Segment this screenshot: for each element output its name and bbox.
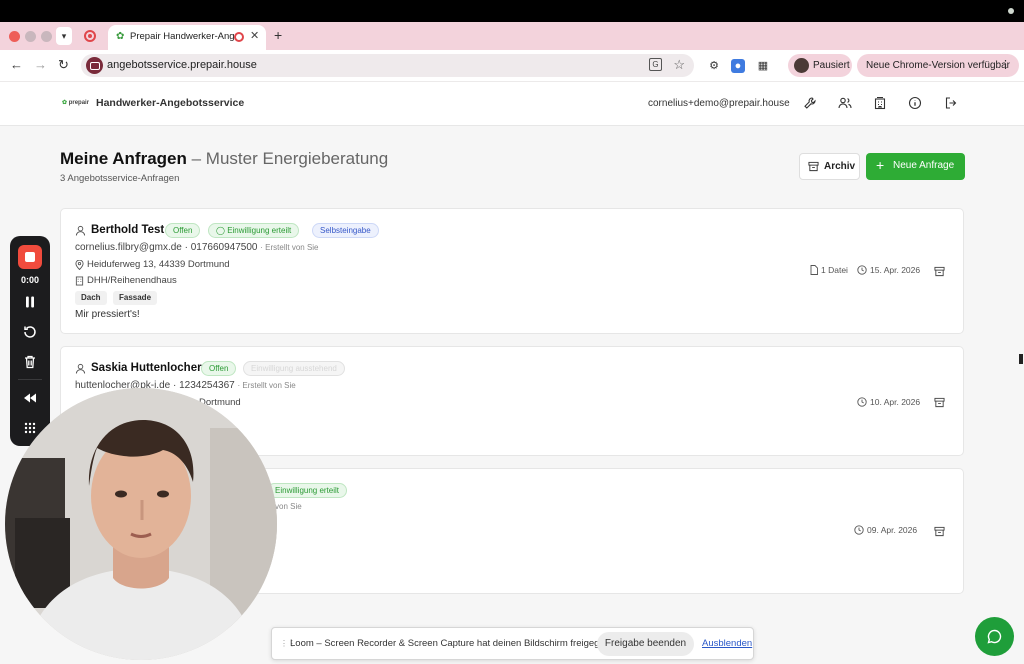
stop-sharing-button[interactable]: Freigabe beenden [597,632,694,656]
hide-banner-link[interactable]: Ausblenden [702,638,752,649]
status-dot-icon [1008,8,1014,14]
window-maximize-icon[interactable] [41,31,52,42]
screen-share-banner: ⋮⋮ Loom – Screen Recorder & Screen Captu… [271,627,754,660]
consent-badge: Einwilligung ausstehend [243,361,345,376]
contact-line: huttenlocher@pk-i.de · 1234254367 · Erst… [75,380,296,391]
tab-search-chevron-icon[interactable]: ▾ [56,27,72,45]
archive-card-icon[interactable] [934,526,945,537]
tag-dach: Dach [75,291,107,305]
more-menu-icon[interactable]: ⋮ [1000,58,1011,71]
address-bar[interactable]: angebotsservice.prepair.house G ☆ [81,54,694,77]
file-icon [810,265,818,275]
request-note: Mir pressiert's! [75,309,140,320]
source-badge: Selbsteingabe [312,223,379,238]
os-menu-strip [0,0,1024,22]
created-date: 09. Apr. 2026 [854,525,917,535]
recording-timer: 0:00 [20,275,39,285]
browser-toolbar: ← → ↻ angebotsservice.prepair.house G ☆ … [0,50,1024,82]
archive-card-icon[interactable] [934,266,945,277]
map-pin-icon [75,260,84,270]
tab-title: Prepair Handwerker-Angebotsservice [130,31,235,42]
mouse-cursor [1019,354,1023,364]
loom-camera-bubble[interactable] [5,388,277,660]
stop-recording-button[interactable] [18,245,42,269]
archive-icon [808,161,819,172]
contact-line: cornelius.filbry@gmx.de · 017660947500 ·… [75,242,319,253]
rewind-icon[interactable] [22,390,38,406]
tab-recording-indicator-icon [234,32,244,42]
prepair-logo[interactable]: ✿ prepair [62,99,89,106]
dots-grid-icon[interactable] [22,420,38,436]
share-message: Loom – Screen Recorder & Screen Capture … [290,638,624,649]
recording-tab-icon[interactable] [84,30,96,42]
translate-icon[interactable]: G [649,58,662,71]
customer-name: Berthold Test [91,224,165,236]
clock-icon [854,525,864,535]
extension-blue-icon[interactable]: ● [731,59,745,73]
file-count: 1 Datei [810,265,848,275]
status-badge: Offen [165,223,201,238]
app-header: ✿ prepair Handwerker-Angebotsservice cor… [0,82,1024,126]
back-arrow-icon[interactable]: ← [10,57,23,72]
page-title: Meine Anfragen – Muster Energieberatung [60,149,389,168]
window-minimize-icon[interactable] [25,31,36,42]
user-email: cornelius+demo@prepair.house [648,98,790,109]
site-info-icon[interactable] [86,57,103,74]
plus-icon: + [876,157,885,173]
clock-icon [857,397,867,407]
tag-fassade: Fassade [113,291,158,305]
loom-divider [18,379,42,380]
tab-close-icon[interactable]: ✕ [250,29,259,42]
archive-button[interactable]: Archiv [799,153,860,180]
user-icon [75,363,86,374]
chat-bubble-icon [987,629,1002,644]
reload-icon[interactable]: ↻ [58,57,69,73]
prepair-favicon-icon: ✿ [116,31,125,42]
restart-icon[interactable] [22,324,38,340]
loom-control-bar: 0:00 [10,236,50,446]
clock-icon [857,265,867,275]
user-icon [75,225,86,236]
chrome-update-button[interactable]: Neue Chrome-Version verfügbar ⋮ [857,54,1019,77]
customer-name: Saskia Huttenlocher [91,362,202,374]
bookmark-star-icon[interactable]: ☆ [673,57,685,73]
created-date: 15. Apr. 2026 [857,265,920,275]
building-icon[interactable] [873,96,887,110]
page-subtitle: 3 Angebotsservice-Anfragen [60,173,180,184]
forward-arrow-icon[interactable]: → [34,57,47,72]
address-url[interactable]: angebotsservice.prepair.house [107,59,257,71]
wrench-icon[interactable] [803,96,817,110]
created-by: von Sie [275,502,302,511]
app-name: Handwerker-Angebotsservice [96,97,245,109]
users-icon[interactable] [838,96,852,110]
new-request-button[interactable]: + Neue Anfrage [866,153,965,180]
request-card[interactable]: Berthold Test Offen ◯ Einwilligung ertei… [60,208,964,334]
extension-icon[interactable]: ⚙ [707,59,721,73]
window-close-icon[interactable] [9,31,20,42]
puzzle-icon[interactable]: ▦ [756,59,770,73]
consent-badge: Einwilligung erteilt [267,483,348,498]
update-label: Neue Chrome-Version verfügbar [866,60,1010,71]
logout-icon[interactable] [944,96,958,110]
profile-status: Pausiert [813,60,850,71]
chat-button[interactable] [975,617,1014,656]
archive-card-icon[interactable] [934,397,945,408]
webcam-person-image [5,388,277,660]
tab-active[interactable]: ✿ Prepair Handwerker-Angebotsservice ✕ [108,25,266,50]
pause-icon[interactable] [22,294,38,310]
profile-button[interactable]: Pausiert [788,54,852,77]
browser-tab-bar: ▾ ✿ Prepair Handwerker-Angebotsservice ✕… [0,22,1024,50]
created-date: 10. Apr. 2026 [857,397,920,407]
avatar [794,58,809,73]
status-badge: Offen [201,361,237,376]
building-type: DHH/Reihenendhaus [87,275,177,286]
address-line: Heiduferweg 13, 44339 Dortmund [87,259,230,270]
new-tab-icon[interactable]: + [274,27,282,43]
trash-icon[interactable] [22,354,38,370]
info-icon[interactable] [908,96,922,110]
building-icon [75,276,84,286]
consent-badge: ◯ Einwilligung erteilt [208,223,300,238]
